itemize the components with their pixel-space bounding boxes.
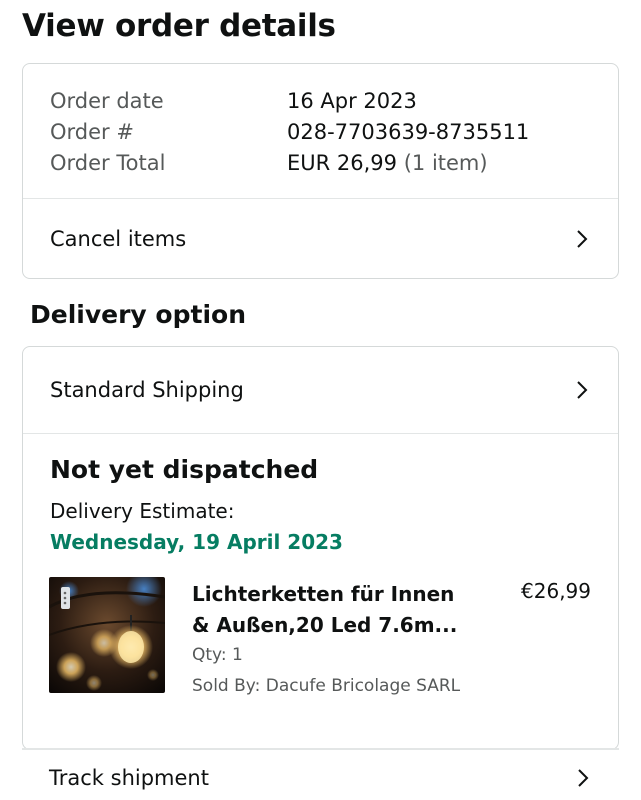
string-lights-photo <box>49 577 165 693</box>
product-title[interactable]: Lichterketten für Innen & Außen,20 Led 7… <box>192 579 472 641</box>
order-total-amount: EUR 26,99 <box>287 151 398 175</box>
order-total-label: Order Total <box>50 151 166 175</box>
section-divider <box>22 748 619 750</box>
order-number-value: 028-7703639-8735511 <box>287 120 530 144</box>
track-shipment-row[interactable]: Track shipment <box>22 766 619 790</box>
product-title-line-2: & Außen,20 Led 7.6m... <box>192 613 458 637</box>
product-price: €26,99 <box>521 579 591 603</box>
order-total-item-count: (1 item) <box>403 151 488 175</box>
shipping-method-label: Standard Shipping <box>50 378 244 402</box>
track-shipment-label: Track shipment <box>49 766 209 790</box>
order-date-value: 16 Apr 2023 <box>287 89 417 113</box>
cancel-items-row[interactable]: Cancel items <box>23 199 618 279</box>
order-date-label: Order date <box>50 89 164 113</box>
chevron-right-icon <box>577 381 588 399</box>
order-summary-grid: Order date 16 Apr 2023 Order # 028-77036… <box>50 86 529 179</box>
chevron-right-icon <box>578 769 589 787</box>
delivery-estimate-date: Wednesday, 19 April 2023 <box>50 530 343 554</box>
order-summary-card: Order date 16 Apr 2023 Order # 028-77036… <box>22 63 619 279</box>
product-image[interactable] <box>49 577 165 693</box>
cancel-items-label: Cancel items <box>50 227 187 251</box>
delivery-divider <box>23 433 618 434</box>
order-total-row: Order Total EUR 26,99 (1 item) <box>50 148 529 179</box>
delivery-estimate-label: Delivery Estimate: <box>50 499 235 523</box>
order-number-row: Order # 028-7703639-8735511 <box>50 117 529 148</box>
product-title-line-1: Lichterketten für Innen <box>192 582 455 606</box>
product-seller: Sold By: Dacufe Bricolage SARL <box>192 676 461 696</box>
chevron-right-icon <box>577 230 588 248</box>
order-total-value: EUR 26,99 (1 item) <box>287 148 488 179</box>
delivery-option-heading: Delivery option <box>30 300 246 329</box>
product-quantity: Qty: 1 <box>192 645 243 665</box>
order-number-label: Order # <box>50 120 134 144</box>
shipment-status: Not yet dispatched <box>50 455 319 484</box>
delivery-card: Standard Shipping Not yet dispatched Del… <box>22 346 619 750</box>
page-title: View order details <box>22 8 336 44</box>
order-date-row: Order date 16 Apr 2023 <box>50 86 529 117</box>
shipping-method-row[interactable]: Standard Shipping <box>23 347 618 433</box>
